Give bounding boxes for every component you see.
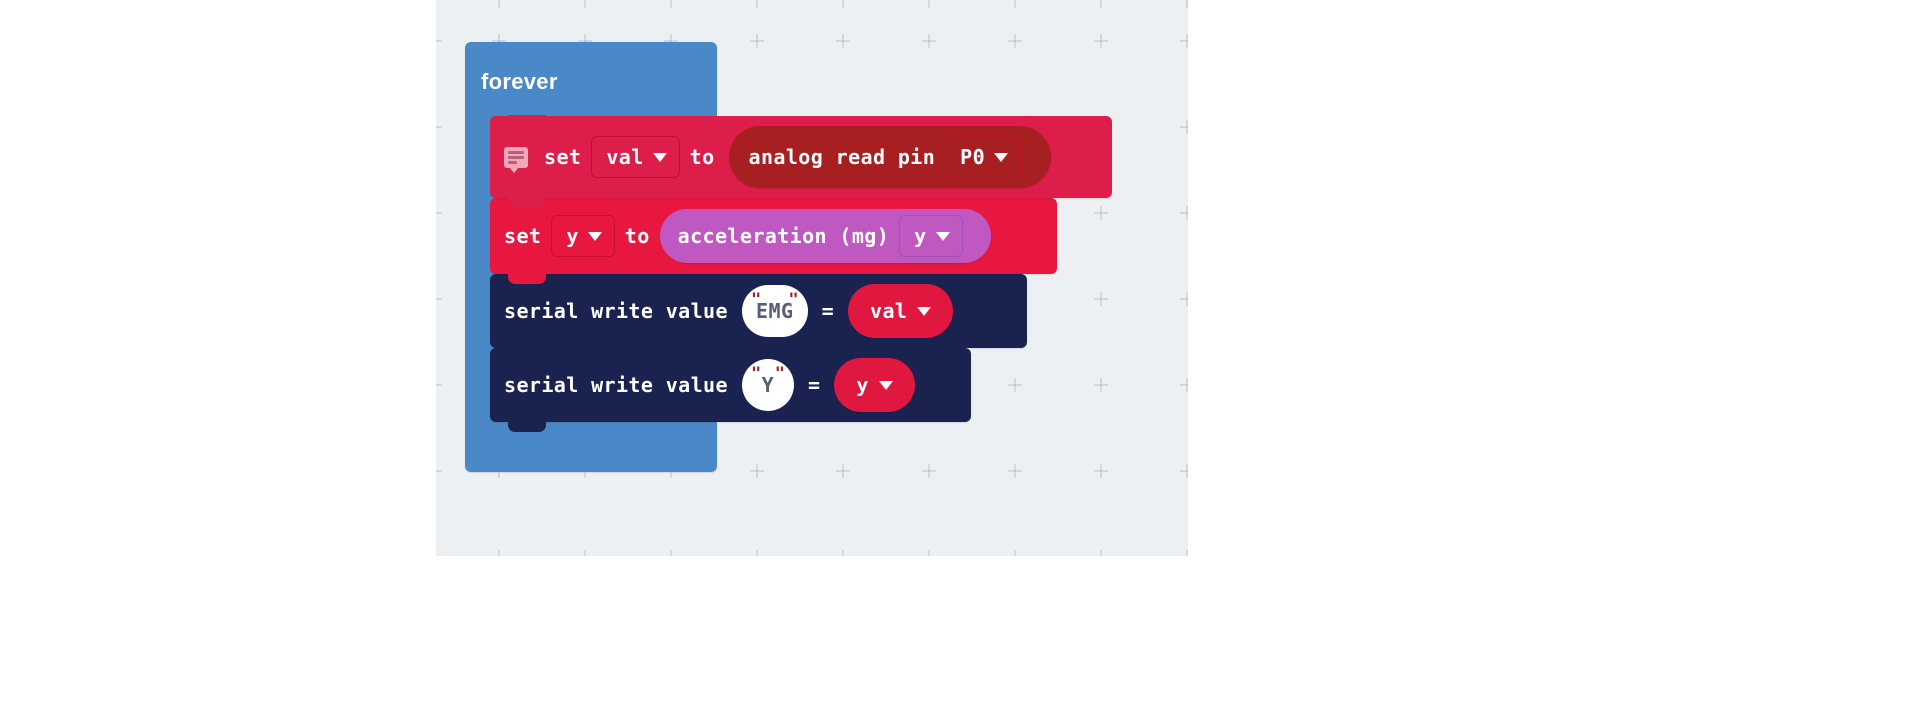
chevron-down-icon — [935, 231, 950, 241]
to-label: to — [689, 145, 715, 169]
quote-right-glyph: " — [788, 290, 799, 310]
chevron-down-icon — [587, 231, 602, 241]
block-tab — [508, 347, 546, 358]
set-label: set — [504, 224, 542, 248]
comment-bubble-icon[interactable] — [504, 146, 528, 173]
equals-label: = — [807, 373, 821, 397]
quote-right-glyph: " — [774, 364, 785, 384]
variable-reporter-val-value: val — [870, 299, 908, 323]
to-label: to — [624, 224, 650, 248]
axis-dropdown[interactable]: y — [899, 215, 963, 257]
serial-name-text-input-y-value: Y — [761, 373, 775, 397]
analog-read-pin-block[interactable]: analog read pin P0 — [728, 126, 1052, 188]
serial-write-value-label: serial write value — [504, 299, 728, 323]
screen-root: forever set val to analog read pin P0 se… — [0, 0, 1921, 704]
block-tab — [508, 197, 546, 208]
quote-left-glyph: " — [750, 364, 762, 384]
set-label: set — [544, 145, 582, 169]
block-tab — [508, 273, 546, 284]
equals-label: = — [821, 299, 835, 323]
comment-line-3 — [508, 160, 517, 164]
serial-write-value-label: serial write value — [504, 373, 728, 397]
chevron-down-icon — [917, 306, 932, 316]
pin-dropdown[interactable]: P0 — [945, 136, 1022, 178]
comment-line-1 — [508, 150, 524, 154]
serial-name-text-input-y[interactable]: " Y " — [741, 359, 794, 411]
blocks-workspace-canvas[interactable]: forever set val to analog read pin P0 se… — [436, 0, 1188, 556]
set-variable-val-block[interactable]: set val to analog read pin P0 — [490, 115, 1112, 208]
quote-left-glyph: " — [750, 290, 762, 310]
set-variable-y-block[interactable]: set y to acceleration (mg) y — [490, 197, 1057, 284]
block-tab — [508, 421, 546, 432]
variable-dropdown-y[interactable]: y — [551, 215, 615, 257]
variable-dropdown-y-value: y — [566, 224, 579, 248]
comment-line-2 — [508, 155, 524, 159]
acceleration-label: acceleration (mg) — [677, 224, 890, 248]
variable-reporter-y[interactable]: y — [834, 358, 915, 412]
serial-write-value-y-block[interactable]: serial write value " Y " = y — [490, 347, 971, 432]
variable-dropdown-val-value: val — [606, 145, 644, 169]
analog-read-pin-label: analog read pin — [748, 145, 936, 169]
chevron-down-icon — [878, 380, 893, 390]
serial-write-value-emg-block[interactable]: serial write value " EMG " = val — [490, 273, 1027, 358]
chevron-down-icon — [994, 152, 1009, 162]
chevron-down-icon — [652, 152, 667, 162]
serial-name-text-input-emg[interactable]: " EMG " — [741, 285, 808, 337]
pin-dropdown-value: P0 — [960, 145, 986, 169]
variable-reporter-y-value: y — [856, 373, 869, 397]
acceleration-block[interactable]: acceleration (mg) y — [659, 209, 991, 263]
forever-block-label: forever — [481, 69, 558, 94]
variable-dropdown-val[interactable]: val — [591, 136, 680, 178]
block-notch — [508, 115, 546, 126]
axis-dropdown-value: y — [914, 224, 927, 248]
variable-reporter-val[interactable]: val — [848, 284, 954, 338]
